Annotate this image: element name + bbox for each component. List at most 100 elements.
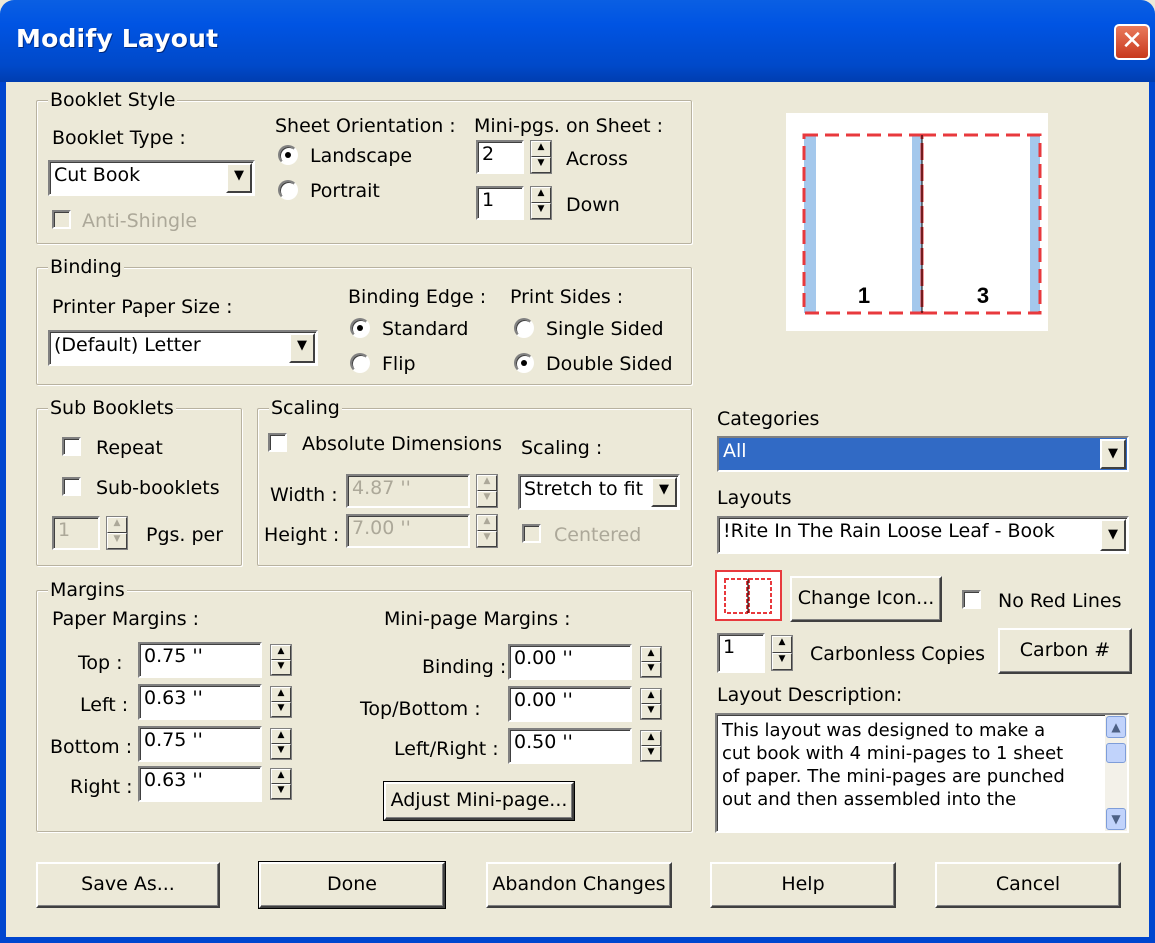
left-margin-label: Left : — [80, 694, 129, 716]
standard-radio[interactable] — [350, 318, 370, 338]
down-spinner[interactable]: ▲ ▼ — [530, 186, 552, 220]
no-red-lines-checkbox[interactable] — [962, 590, 981, 609]
booklet-type-select[interactable]: Cut Book ▼ — [48, 160, 255, 196]
absolute-dimensions-checkbox[interactable] — [268, 433, 287, 452]
help-button[interactable]: Help — [710, 862, 896, 908]
done-button[interactable]: Done — [258, 861, 446, 909]
print-sides-label: Print Sides : — [510, 286, 624, 308]
binding-legend: Binding — [48, 256, 124, 278]
window-frame-right — [1149, 82, 1155, 943]
sheet-orientation-label: Sheet Orientation : — [275, 115, 456, 137]
scroll-down-icon[interactable]: ▼ — [1106, 808, 1126, 830]
scroll-thumb[interactable] — [1106, 743, 1126, 763]
top-margin-field[interactable]: 0.75 '' — [138, 642, 262, 678]
window-title: Modify Layout — [16, 24, 219, 53]
chevron-down-icon[interactable]: ▼ — [1100, 519, 1126, 551]
leftright-margin-spinner[interactable]: ▲ ▼ — [640, 730, 662, 762]
booklet-type-value: Cut Book — [54, 164, 141, 186]
layout-description-label: Layout Description: — [717, 684, 903, 706]
preview-page-right: 3 — [977, 283, 989, 308]
landscape-radio[interactable] — [278, 145, 298, 165]
width-spinner[interactable]: ▲ ▼ — [476, 474, 498, 508]
window-frame-bottom — [0, 937, 1155, 943]
save-as-button[interactable]: Save As... — [36, 862, 220, 908]
landscape-label: Landscape — [310, 145, 413, 167]
pgs-per-spinner[interactable]: ▲ ▼ — [106, 516, 128, 550]
flip-radio[interactable] — [350, 353, 370, 373]
centered-checkbox[interactable] — [522, 524, 541, 543]
close-button[interactable]: ✕ — [1114, 24, 1150, 60]
pgs-per-field[interactable]: 1 — [52, 516, 100, 550]
topbottom-margin-label: Top/Bottom : — [360, 698, 481, 720]
no-red-lines-label: No Red Lines — [998, 590, 1122, 612]
minipgs-on-sheet-label: Mini-pgs. on Sheet : — [474, 115, 664, 137]
layout-description-box[interactable]: This layout was designed to make a cut b… — [715, 713, 1129, 833]
categories-value: All — [723, 440, 747, 462]
layout-icon — [715, 570, 782, 621]
down-field[interactable]: 1 — [476, 186, 524, 220]
chevron-down-icon[interactable]: ▼ — [289, 333, 315, 363]
carbon-button[interactable]: Carbon # — [998, 628, 1132, 674]
binding-margin-spinner[interactable]: ▲ ▼ — [640, 646, 662, 678]
topbottom-margin-field[interactable]: 0.00 '' — [508, 686, 632, 722]
double-sided-radio[interactable] — [514, 353, 534, 373]
left-margin-field[interactable]: 0.63 '' — [138, 684, 262, 720]
anti-shingle-checkbox[interactable] — [52, 210, 71, 229]
booklet-type-label: Booklet Type : — [52, 127, 186, 149]
sub-booklets-label: Sub-booklets — [96, 477, 220, 499]
paper-margins-label: Paper Margins : — [52, 608, 200, 630]
carbonless-field[interactable]: 1 — [717, 633, 765, 673]
left-margin-spinner[interactable]: ▲ ▼ — [270, 686, 292, 718]
scaling-select[interactable]: Stretch to fit ▼ — [518, 474, 680, 510]
categories-label: Categories — [717, 408, 820, 430]
leftright-margin-field[interactable]: 0.50 '' — [508, 728, 632, 764]
top-margin-label: Top : — [78, 652, 123, 674]
top-margin-spinner[interactable]: ▲ ▼ — [270, 644, 292, 676]
printer-paper-size-label: Printer Paper Size : — [52, 296, 233, 318]
chevron-down-icon[interactable]: ▼ — [651, 477, 677, 507]
layouts-select[interactable]: !Rite In The Rain Loose Leaf - Book ▼ — [717, 516, 1129, 554]
right-margin-label: Right : — [70, 776, 133, 798]
height-spinner[interactable]: ▲ ▼ — [476, 514, 498, 548]
preview-page-left: 1 — [858, 283, 870, 308]
scaling-label: Scaling : — [521, 437, 603, 459]
layouts-value: !Rite In The Rain Loose Leaf - Book — [723, 520, 1055, 542]
height-label: Height : — [264, 524, 340, 546]
layout-icon-graphic — [724, 578, 772, 614]
change-icon-button[interactable]: Change Icon... — [790, 576, 942, 622]
paper-size-select[interactable]: (Default) Letter ▼ — [48, 330, 318, 366]
portrait-radio[interactable] — [278, 180, 298, 200]
scroll-up-icon[interactable]: ▲ — [1106, 716, 1126, 738]
sub-booklets-checkbox[interactable] — [62, 477, 81, 496]
leftright-margin-label: Left/Right : — [394, 738, 499, 760]
single-sided-label: Single Sided — [546, 318, 664, 340]
binding-margin-label: Binding : — [422, 656, 507, 678]
right-margin-field[interactable]: 0.63 '' — [138, 766, 262, 802]
topbottom-margin-spinner[interactable]: ▲ ▼ — [640, 688, 662, 720]
height-field[interactable]: 7.00 '' — [346, 514, 470, 548]
single-sided-radio[interactable] — [514, 318, 534, 338]
window-frame-left — [0, 82, 6, 943]
chevron-down-icon[interactable]: ▼ — [1100, 439, 1126, 469]
margins-legend: Margins — [48, 579, 127, 601]
standard-label: Standard — [382, 318, 469, 340]
repeat-label: Repeat — [96, 437, 163, 459]
carbonless-spinner[interactable]: ▲ ▼ — [771, 635, 793, 671]
adjust-minipage-button[interactable]: Adjust Mini-page... — [383, 781, 575, 821]
chevron-down-icon[interactable]: ▼ — [226, 163, 252, 193]
abandon-changes-button[interactable]: Abandon Changes — [486, 862, 672, 908]
across-label: Across — [566, 148, 628, 170]
bottom-margin-field[interactable]: 0.75 '' — [138, 726, 262, 762]
cancel-button[interactable]: Cancel — [935, 862, 1121, 908]
across-spinner[interactable]: ▲ ▼ — [530, 140, 552, 174]
right-margin-spinner[interactable]: ▲ ▼ — [270, 768, 292, 800]
width-field[interactable]: 4.87 '' — [346, 474, 470, 508]
binding-margin-field[interactable]: 0.00 '' — [508, 644, 632, 680]
categories-select[interactable]: All ▼ — [717, 436, 1129, 472]
repeat-checkbox[interactable] — [62, 437, 81, 456]
layout-description-text: This layout was designed to make a cut b… — [722, 720, 1065, 810]
across-field[interactable]: 2 — [476, 140, 524, 174]
bottom-margin-spinner[interactable]: ▲ ▼ — [270, 728, 292, 760]
description-scrollbar[interactable]: ▲ ▼ — [1105, 715, 1127, 831]
paper-size-value: (Default) Letter — [54, 334, 201, 356]
